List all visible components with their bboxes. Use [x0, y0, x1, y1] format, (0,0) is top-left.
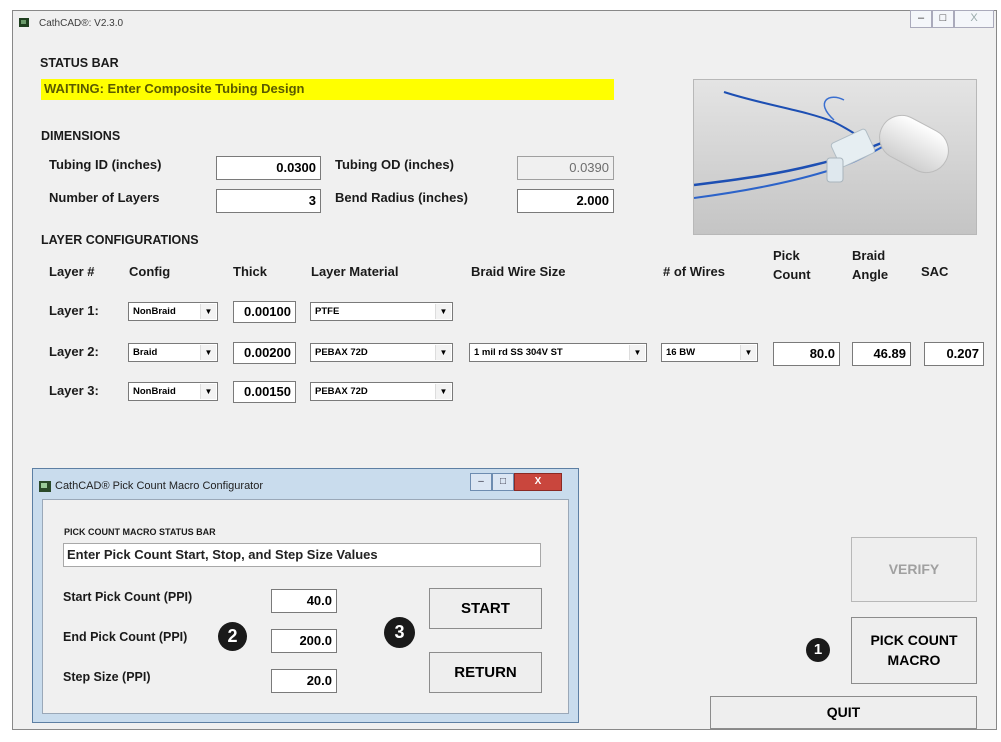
col-pick-1: Pick: [773, 248, 800, 263]
dialog-body: PICK COUNT MACRO STATUS BAR Enter Pick C…: [42, 499, 569, 714]
layer-2-braid-wire-value: 1 mil rd SS 304V ST: [474, 347, 563, 358]
layers-heading: LAYER CONFIGURATIONS: [41, 233, 199, 247]
title-bar: CathCAD®: V2.3.0 – □ X: [13, 10, 996, 35]
start-button[interactable]: START: [429, 588, 542, 629]
close-button[interactable]: X: [954, 10, 994, 28]
col-material: Layer Material: [311, 264, 399, 279]
layer-3-config-value: NonBraid: [133, 386, 176, 397]
chevron-down-icon[interactable]: ▼: [435, 345, 451, 360]
dialog-close-button[interactable]: X: [514, 473, 562, 491]
callout-1-badge: 1: [806, 638, 830, 662]
layer-2-label: Layer 2:: [49, 344, 99, 359]
pick-count-macro-dialog: CathCAD® Pick Count Macro Configurator –…: [32, 468, 579, 723]
col-layer: Layer #: [49, 264, 95, 279]
chevron-down-icon[interactable]: ▼: [200, 304, 216, 319]
tubing-id-label: Tubing ID (inches): [49, 157, 162, 172]
catheter-image: [694, 80, 976, 234]
callout-2-badge: 2: [218, 622, 247, 651]
verify-button[interactable]: VERIFY: [851, 537, 977, 602]
dimensions-heading: DIMENSIONS: [41, 129, 121, 143]
layer-2-braid-wire-select[interactable]: 1 mil rd SS 304V ST ▼: [469, 343, 647, 362]
layer-2-pick-count-field[interactable]: 80.0: [773, 342, 840, 366]
layer-2-thick-field[interactable]: 0.00200: [233, 342, 296, 364]
minimize-button[interactable]: –: [910, 10, 932, 28]
chevron-down-icon[interactable]: ▼: [200, 345, 216, 360]
col-sac: SAC: [921, 264, 949, 279]
num-layers-field[interactable]: 3: [216, 189, 321, 213]
chevron-down-icon[interactable]: ▼: [435, 304, 451, 319]
chevron-down-icon[interactable]: ▼: [200, 384, 216, 399]
col-braid-angle-2: Angle: [852, 267, 889, 282]
end-pick-label: End Pick Count (PPI): [63, 630, 188, 644]
layer-2-config-select[interactable]: Braid ▼: [128, 343, 218, 362]
pick-count-macro-label-2: MACRO: [887, 652, 941, 668]
col-thick: Thick: [233, 264, 267, 279]
status-bar: WAITING: Enter Composite Tubing Design: [41, 79, 614, 100]
macro-status-heading: PICK COUNT MACRO STATUS BAR: [64, 527, 216, 537]
layer-2-material-select[interactable]: PEBAX 72D ▼: [310, 343, 453, 362]
col-pick-2: Count: [773, 267, 811, 282]
tubing-od-field: 0.0390: [517, 156, 614, 180]
chevron-down-icon[interactable]: ▼: [435, 384, 451, 399]
pick-count-macro-button[interactable]: PICK COUNT MACRO: [851, 617, 977, 684]
num-layers-label: Number of Layers: [49, 190, 160, 205]
col-braid-wire: Braid Wire Size: [471, 264, 566, 279]
return-button[interactable]: RETURN: [429, 652, 542, 693]
maximize-button[interactable]: □: [932, 10, 954, 28]
layer-2-braid-angle-field[interactable]: 46.89: [852, 342, 911, 366]
col-wires: # of Wires: [663, 264, 726, 279]
layer-3-thick-field[interactable]: 0.00150: [233, 381, 296, 403]
layer-3-label: Layer 3:: [49, 383, 99, 398]
layer-2-sac-field[interactable]: 0.207: [924, 342, 984, 366]
layer-1-config-select[interactable]: NonBraid ▼: [128, 302, 218, 321]
bend-radius-label: Bend Radius (inches): [335, 190, 468, 205]
layer-3-material-select[interactable]: PEBAX 72D ▼: [310, 382, 453, 401]
col-braid-angle-1: Braid: [852, 248, 886, 263]
layer-2-config-value: Braid: [133, 347, 158, 358]
macro-status-bar: Enter Pick Count Start, Stop, and Step S…: [63, 543, 541, 567]
layer-1-config-value: NonBraid: [133, 306, 176, 317]
layer-1-label: Layer 1:: [49, 303, 99, 318]
layer-3-material-value: PEBAX 72D: [315, 386, 368, 397]
chevron-down-icon[interactable]: ▼: [740, 345, 756, 360]
tubing-od-label: Tubing OD (inches): [335, 157, 454, 172]
step-size-label: Step Size (PPI): [63, 670, 151, 684]
end-pick-field[interactable]: 200.0: [271, 629, 337, 653]
pick-count-macro-label-1: PICK COUNT: [870, 632, 958, 648]
catheter-photo: [693, 79, 977, 235]
window-title: CathCAD®: V2.3.0: [39, 18, 124, 29]
col-config: Config: [129, 264, 171, 279]
dialog-minimize-button[interactable]: –: [470, 473, 492, 491]
callout-3-badge: 3: [384, 617, 415, 648]
layer-2-wires-select[interactable]: 16 BW ▼: [661, 343, 758, 362]
chevron-down-icon[interactable]: ▼: [629, 345, 645, 360]
layer-2-material-value: PEBAX 72D: [315, 347, 368, 358]
app-icon: [19, 18, 29, 27]
tubing-id-field[interactable]: 0.0300: [216, 156, 321, 180]
dialog-title: CathCAD® Pick Count Macro Configurator: [55, 480, 264, 492]
step-size-field[interactable]: 20.0: [271, 669, 337, 693]
layer-2-wires-value: 16 BW: [666, 347, 696, 358]
status-bar-heading: STATUS BAR: [40, 56, 119, 70]
start-pick-label: Start Pick Count (PPI): [63, 590, 193, 604]
layer-1-material-value: PTFE: [315, 306, 340, 317]
bend-radius-field[interactable]: 2.000: [517, 189, 614, 213]
dialog-maximize-button[interactable]: □: [492, 473, 514, 491]
dialog-app-icon: [39, 481, 51, 492]
quit-button[interactable]: QUIT: [710, 696, 977, 729]
layer-3-config-select[interactable]: NonBraid ▼: [128, 382, 218, 401]
layer-1-thick-field[interactable]: 0.00100: [233, 301, 296, 323]
start-pick-field[interactable]: 40.0: [271, 589, 337, 613]
layer-1-material-select[interactable]: PTFE ▼: [310, 302, 453, 321]
